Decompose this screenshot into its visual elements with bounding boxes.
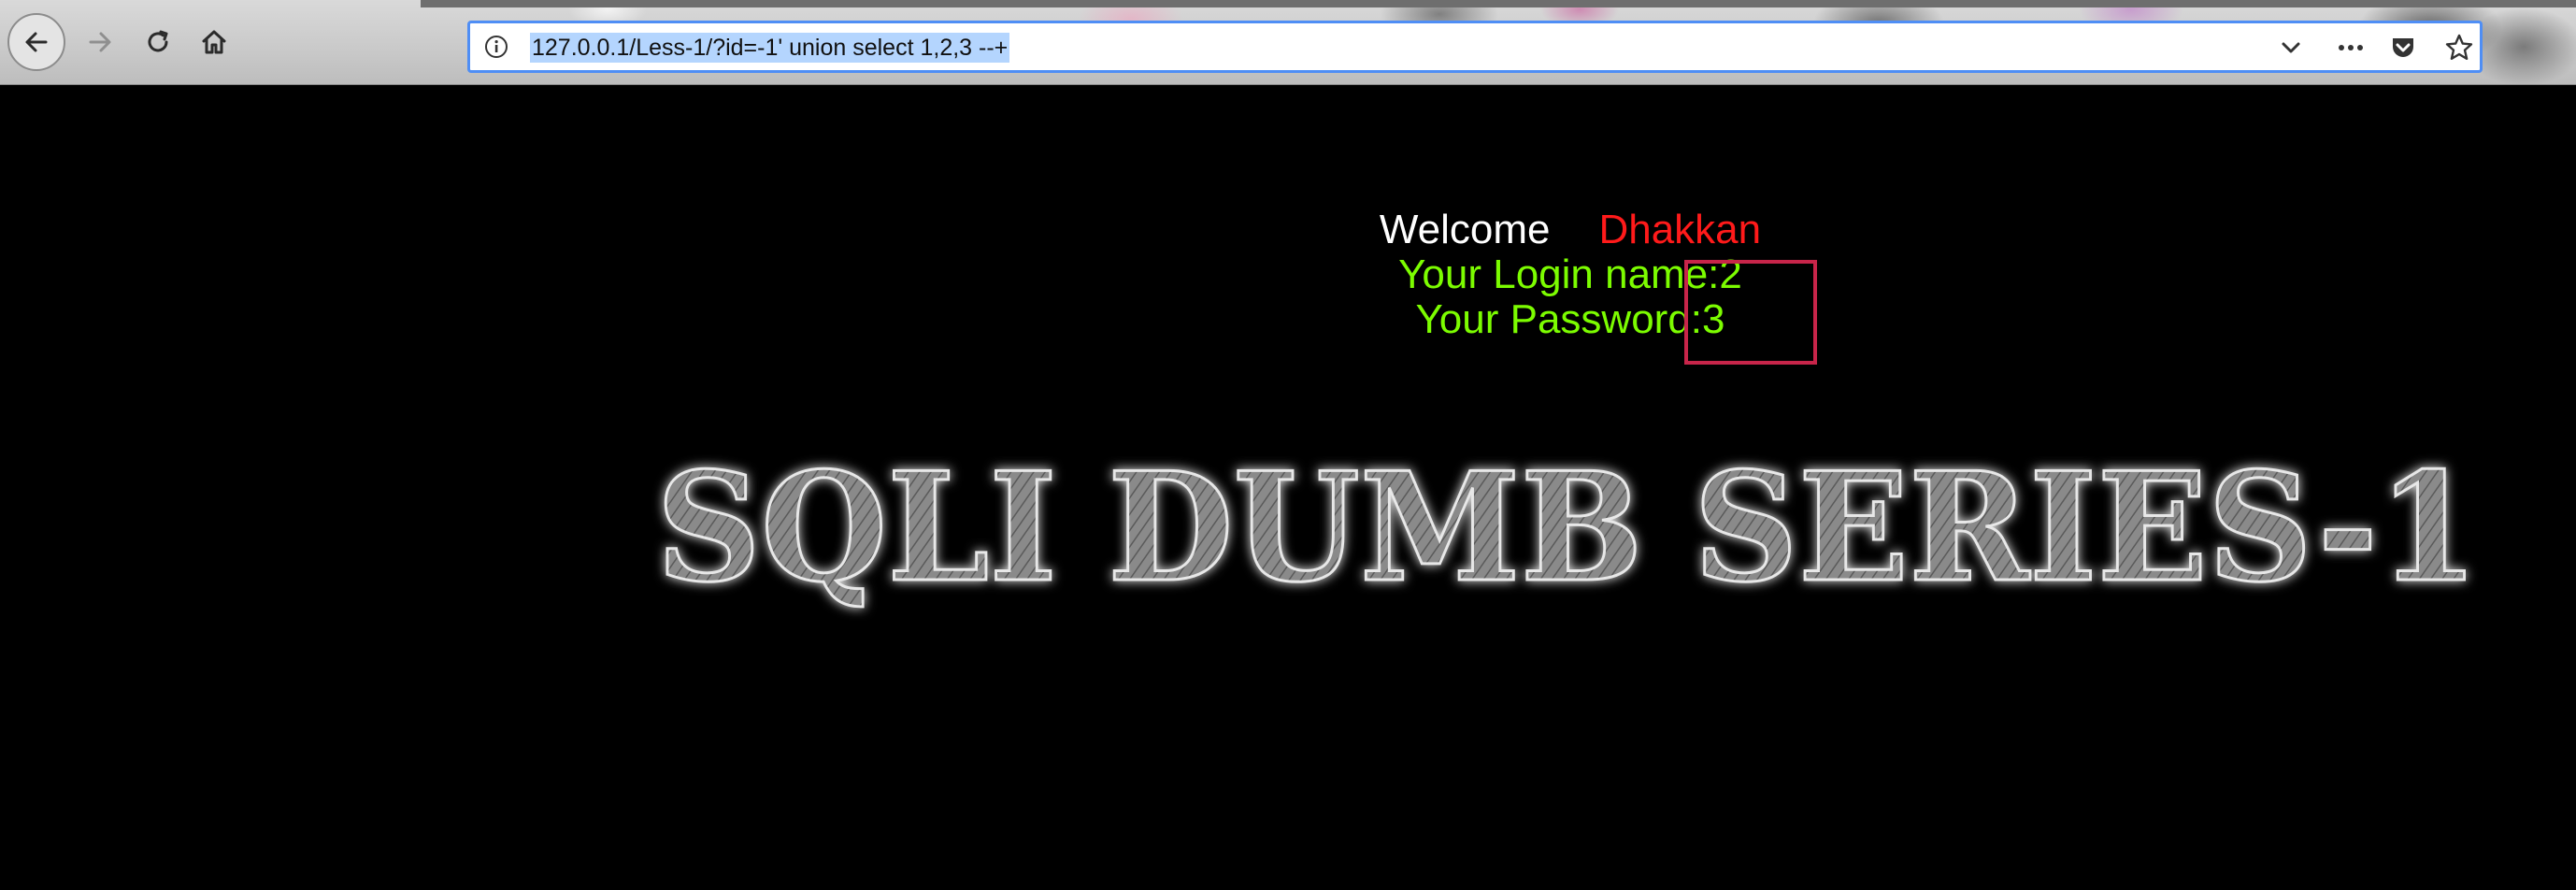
home-button[interactable]: [187, 15, 241, 69]
info-icon[interactable]: [483, 34, 509, 60]
back-button[interactable]: [7, 13, 65, 71]
browser-window: 127.0.0.1/Less-1/?id=-1' union select 1,…: [0, 0, 2576, 890]
welcome-line: Welcome Dhakkan: [1309, 208, 1832, 252]
home-icon: [202, 30, 226, 54]
reload-icon: [148, 30, 168, 52]
reload-button[interactable]: [131, 15, 185, 69]
url-bar[interactable]: 127.0.0.1/Less-1/?id=-1' union select 1,…: [467, 21, 2483, 73]
welcome-name: Dhakkan: [1598, 207, 1762, 252]
star-icon[interactable]: [2442, 31, 2476, 65]
theme-strip: [421, 0, 2576, 7]
browser-toolbar: 127.0.0.1/Less-1/?id=-1' union select 1,…: [0, 0, 2576, 85]
url-text[interactable]: 127.0.0.1/Less-1/?id=-1' union select 1,…: [530, 33, 1010, 63]
chevron-down-icon[interactable]: [2274, 31, 2308, 65]
more-dots-icon[interactable]: [2334, 31, 2368, 65]
forward-arrow-icon: [89, 32, 111, 52]
back-arrow-icon: [25, 32, 48, 52]
sqli-dumb-series-banner: SQLI DUMB SERIES-1: [655, 439, 2481, 617]
banner-text: SQLI DUMB SERIES-1: [656, 439, 2479, 615]
pocket-icon[interactable]: [2386, 31, 2420, 65]
welcome-text: Welcome: [1379, 207, 1551, 252]
forward-button[interactable]: [73, 15, 127, 69]
highlight-annotation-box: [1684, 260, 1817, 365]
